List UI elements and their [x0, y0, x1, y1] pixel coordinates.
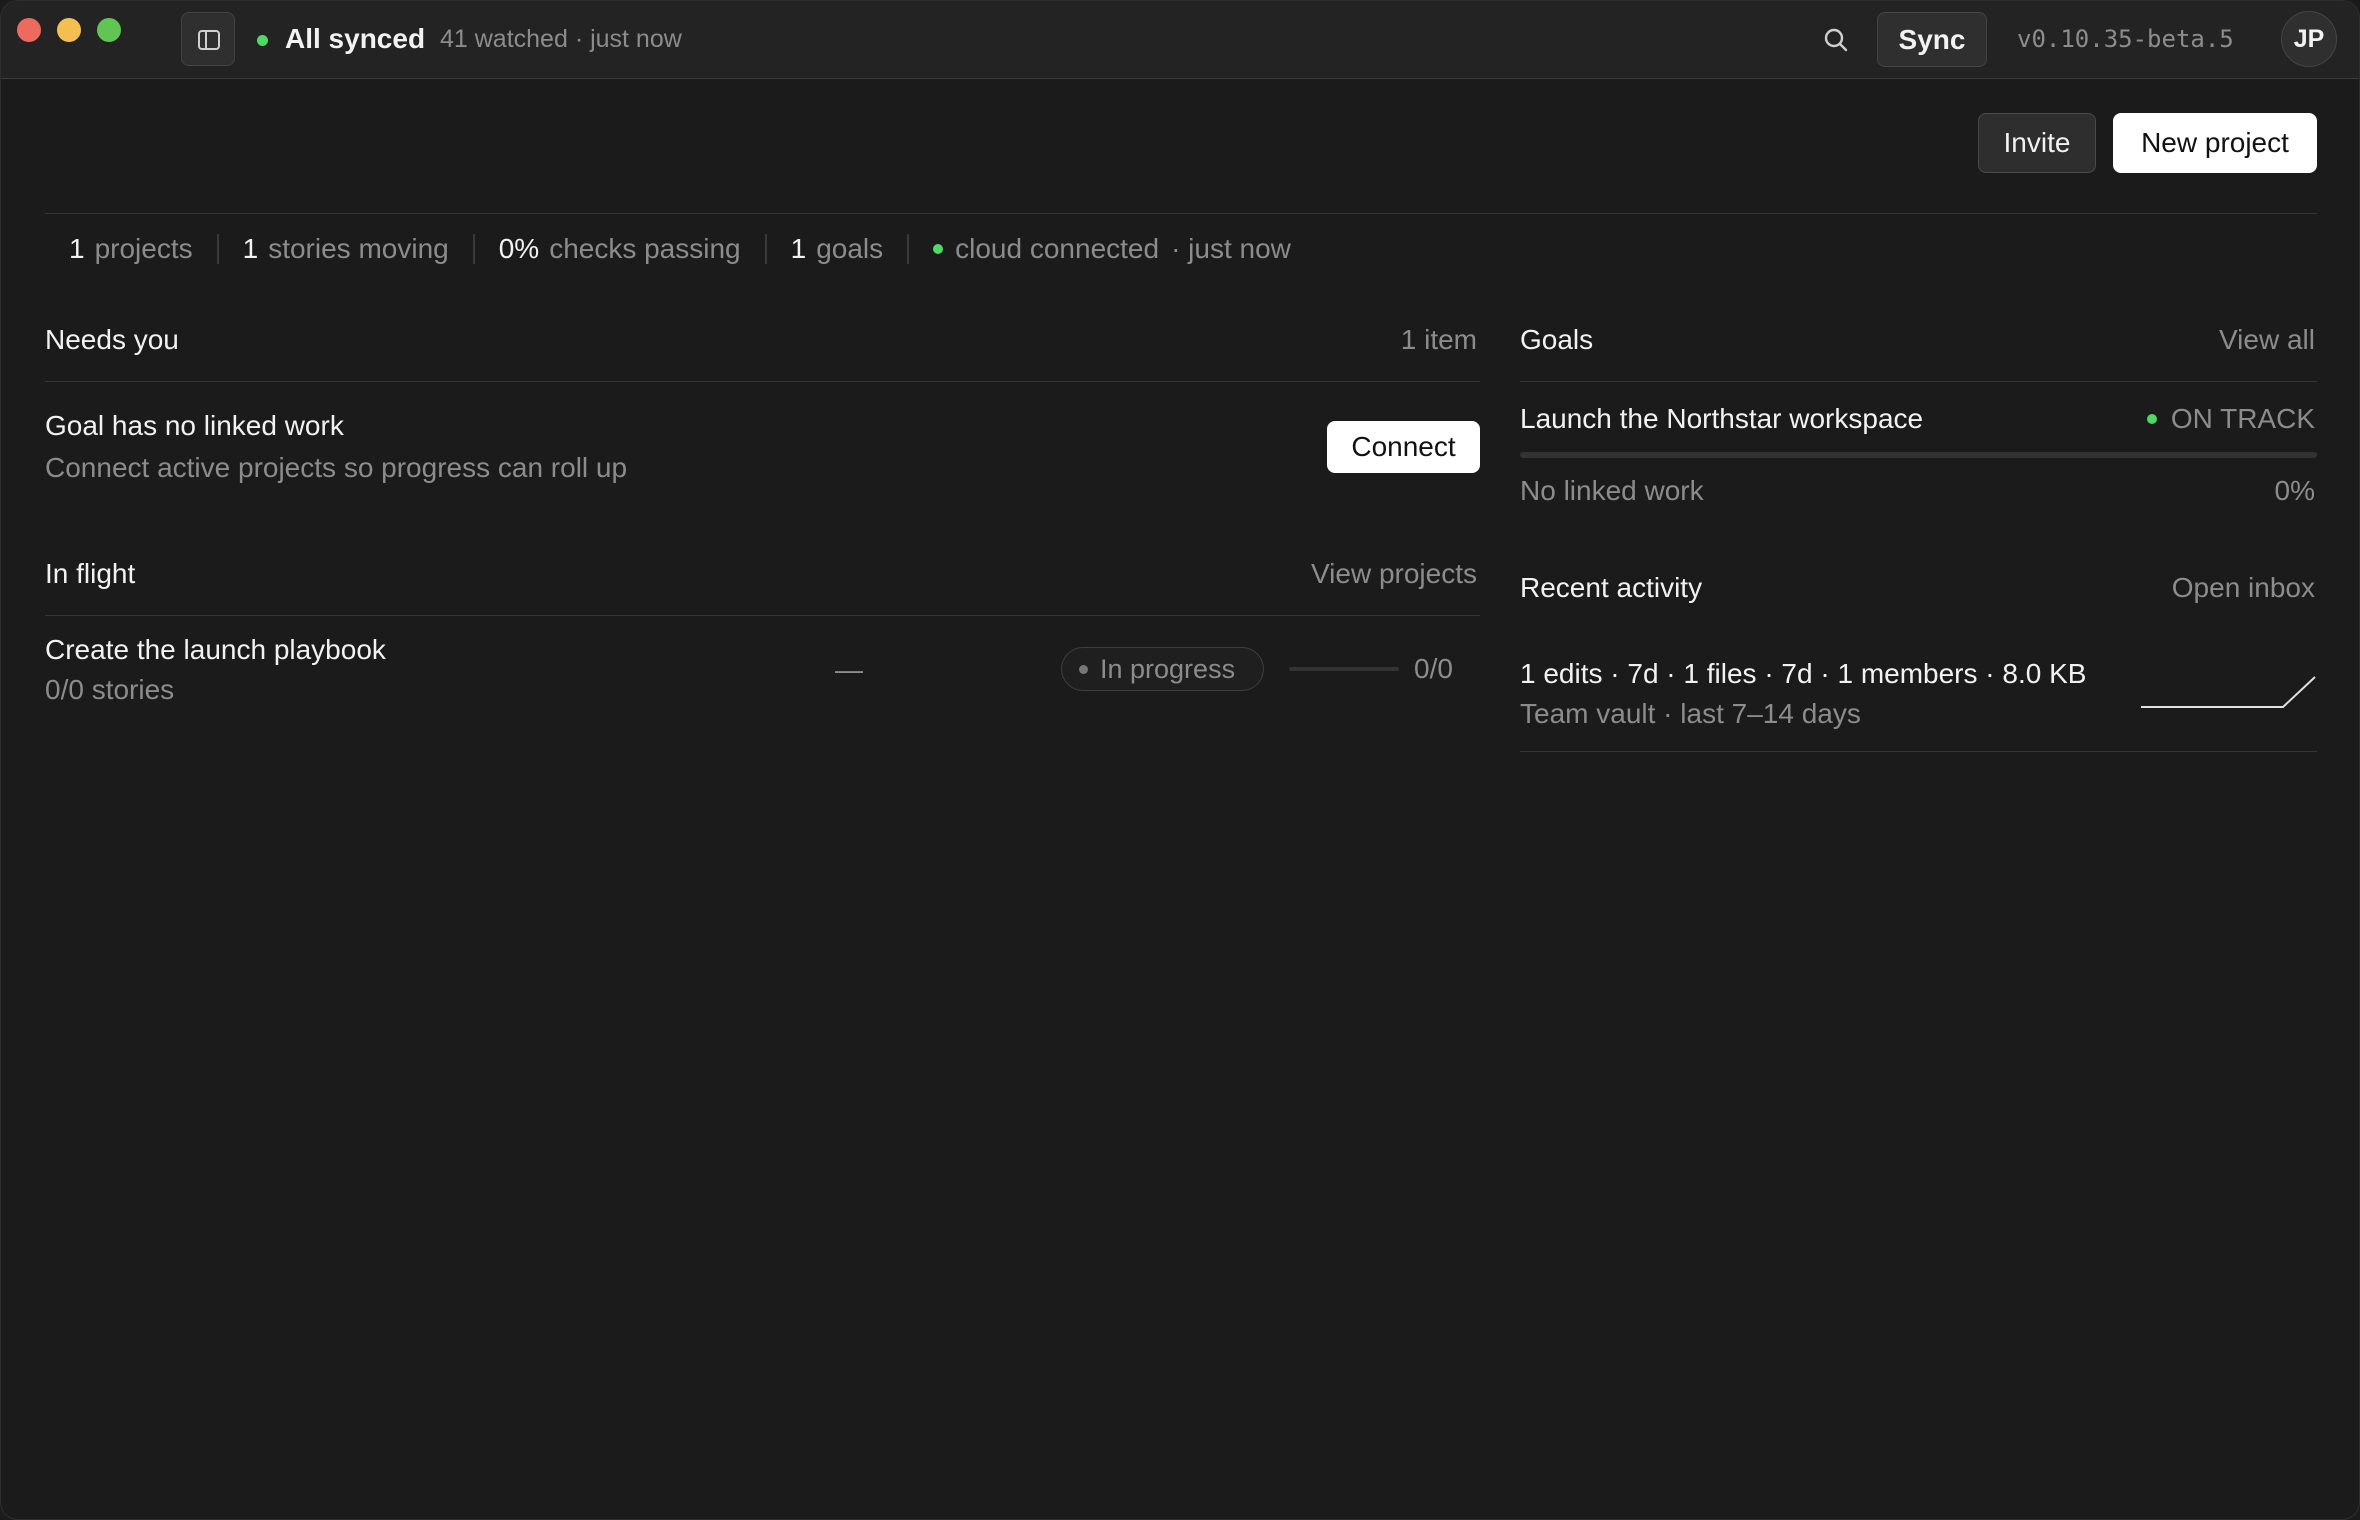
app-window: All synced 41 watched · just now Sync v0…: [0, 0, 2360, 1520]
divider: [45, 615, 1480, 616]
needs-you-item-subtitle: Connect active projects so progress can …: [45, 452, 628, 483]
activity-subtitle: Team vault · last 7–14 days: [1520, 698, 1861, 729]
in-flight-title: In flight: [45, 558, 136, 589]
stat-value: 0%: [498, 233, 540, 264]
stat-label: cloud connected: [955, 233, 1160, 264]
stat-cloud: cloud connected · just now: [909, 233, 1315, 265]
stat-value: 1: [69, 233, 85, 264]
view-projects-link[interactable]: View projects: [1311, 558, 1477, 590]
stat-checks: 0% checks passing: [475, 233, 765, 265]
connect-button[interactable]: Connect: [1327, 421, 1480, 473]
stat-label: projects: [94, 233, 193, 264]
sidebar-icon: [198, 30, 220, 50]
stat-stories: 1 stories moving: [219, 233, 473, 265]
minimize-window-button[interactable]: [57, 18, 81, 42]
status-badge: In progress: [1061, 647, 1264, 691]
goal-subtitle: No linked work: [1520, 475, 1704, 506]
activity-summary: 1 edits · 7d · 1 files · 7d · 1 members …: [1520, 658, 2087, 689]
divider: [45, 213, 2317, 214]
zoom-window-button[interactable]: [97, 18, 121, 42]
stat-value: 1: [790, 233, 807, 264]
stat-label: goals: [816, 233, 884, 264]
new-project-button[interactable]: New project: [2113, 113, 2317, 173]
stat-value: 1: [242, 233, 259, 264]
project-title[interactable]: Create the launch playbook: [45, 634, 386, 666]
title-bar: All synced 41 watched · just now Sync v0…: [1, 1, 2359, 79]
recent-activity-title: Recent activity: [1520, 572, 1703, 603]
view-all-goals-link[interactable]: View all: [2219, 324, 2315, 356]
needs-you-count: 1 item: [1400, 324, 1477, 355]
project-stories: 0/0 stories: [45, 674, 175, 705]
stat-timestamp: · just now: [1171, 233, 1291, 264]
needs-you-item-title: Goal has no linked work: [45, 410, 344, 441]
goal-status-dot: [2147, 414, 2157, 424]
stat-label: checks passing: [549, 233, 741, 264]
divider: [1520, 751, 2317, 752]
stats-bar: 1 projects 1 stories moving 0% checks pa…: [45, 229, 1315, 269]
sync-button[interactable]: Sync: [1877, 12, 1987, 67]
avatar[interactable]: JP: [2281, 11, 2337, 67]
project-progress-count: 0/0: [1414, 653, 1453, 684]
cloud-status-dot: [933, 244, 944, 254]
divider: [1520, 381, 2317, 382]
stat-goals: 1 goals: [767, 233, 908, 265]
goal-progress-bar: [1520, 452, 2317, 458]
stat-label: stories moving: [268, 233, 449, 264]
search-icon[interactable]: [1823, 27, 1849, 53]
divider: [45, 381, 1480, 382]
needs-you-title: Needs you: [45, 324, 179, 355]
status-dot: [1079, 665, 1088, 674]
goal-percent: 0%: [2274, 475, 2315, 506]
goals-title: Goals: [1520, 324, 1594, 355]
sidebar-toggle-button[interactable]: [181, 12, 235, 66]
version-label: v0.10.35-beta.5: [2017, 25, 2234, 53]
invite-button[interactable]: Invite: [1978, 113, 2096, 173]
sync-status-dot: [257, 35, 268, 46]
goal-status: ON TRACK: [2170, 403, 2315, 434]
sync-status-label: All synced: [285, 23, 426, 54]
close-window-button[interactable]: [17, 18, 41, 42]
open-inbox-link[interactable]: Open inbox: [2172, 572, 2315, 604]
goal-title[interactable]: Launch the Northstar workspace: [1520, 403, 1923, 435]
project-owner: —: [835, 654, 863, 685]
status-label: In progress: [1100, 654, 1236, 684]
stat-projects: 1 projects: [45, 233, 217, 265]
project-progress-bar: [1289, 667, 1399, 671]
activity-sparkline: [2141, 676, 2316, 708]
sync-meta-text: 41 watched · just now: [440, 25, 682, 53]
